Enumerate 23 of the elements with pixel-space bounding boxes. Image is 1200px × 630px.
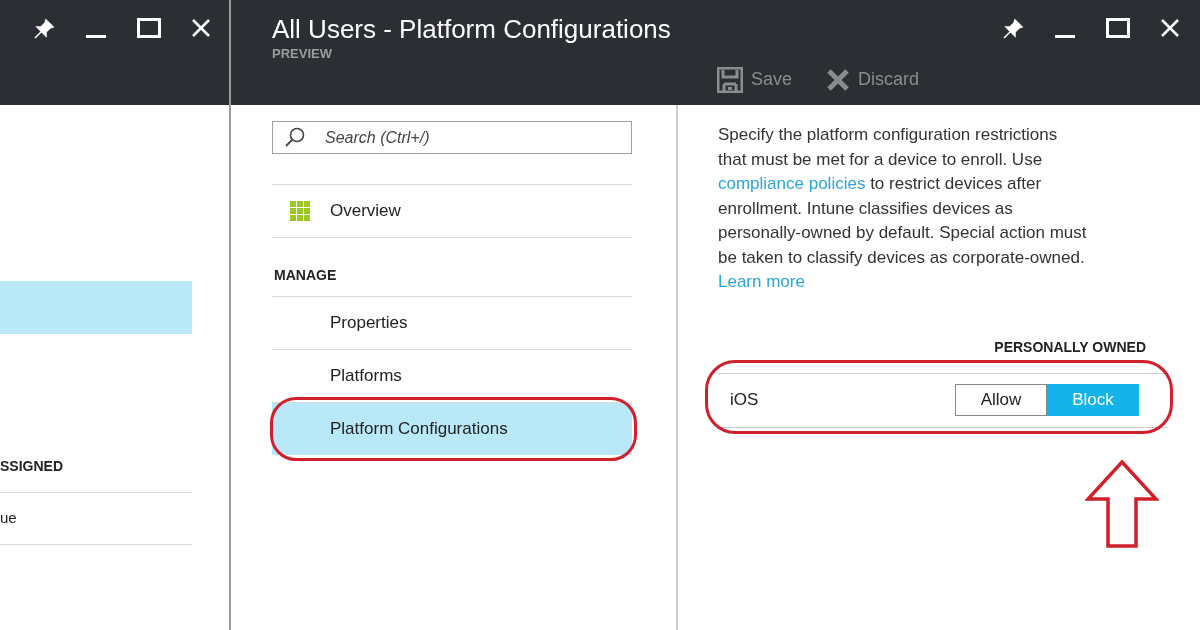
save-icon: [717, 66, 743, 93]
toggle-option[interactable]: Allow: [955, 384, 1047, 416]
table-cell-text: ue: [0, 508, 18, 529]
pin-icon[interactable]: [33, 18, 55, 40]
platform-label: iOS: [730, 389, 760, 412]
pin-icon[interactable]: [1002, 18, 1024, 40]
close-icon[interactable]: [191, 18, 211, 38]
maximize-icon[interactable]: [137, 18, 161, 38]
close-icon[interactable]: [1160, 18, 1180, 38]
nav-item[interactable]: Platform Configurations: [272, 403, 632, 455]
description-text: Specify the platform configuration restrictions that must be met for a device to enroll. Use compliance policies to restrict devices after enrollment. Intune classifies devices as personally-owned by default. Special action must be taken to classify devices as corporate-owned. Learn more: [718, 124, 1088, 293]
column-header: PERSONALLY OWNED: [994, 337, 1146, 357]
close-icon: [826, 67, 851, 92]
section-header: MANAGE: [273, 265, 338, 285]
search-field[interactable]: Search (Ctrl+/): [272, 121, 632, 154]
column-header: SSIGNED: [0, 457, 64, 476]
blade-subtitle: PREVIEW: [272, 46, 333, 62]
discard-button[interactable]: Discard: [826, 66, 920, 93]
grid-icon: [290, 201, 310, 221]
search-icon: [284, 126, 306, 148]
maximize-icon[interactable]: [1106, 18, 1130, 38]
blade-title: All Users - Platform Configurations: [272, 13, 672, 46]
save-button[interactable]: Save: [717, 66, 793, 93]
